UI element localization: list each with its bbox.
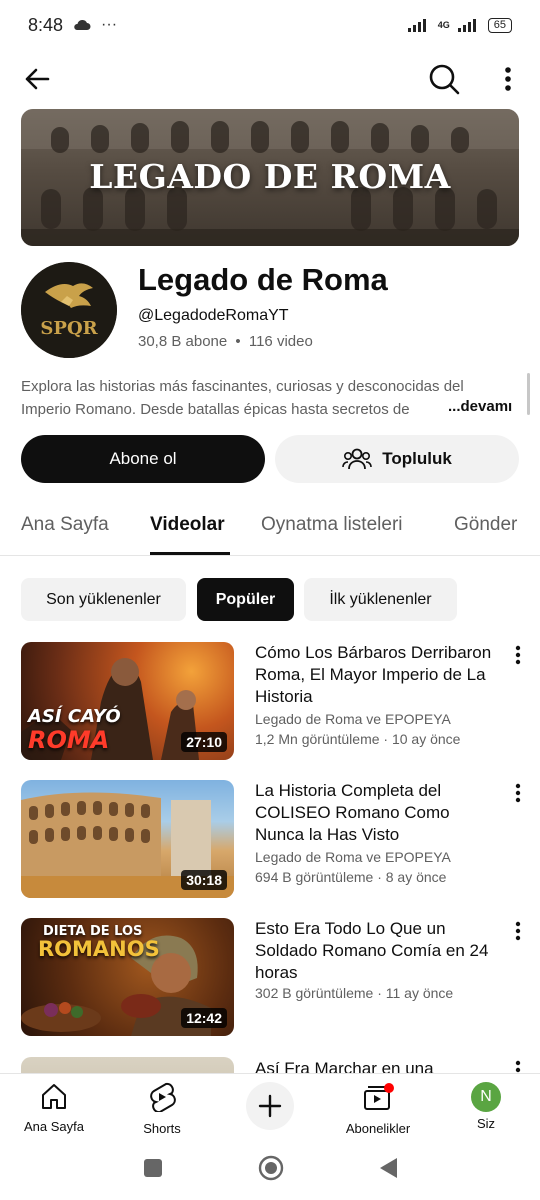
thumb-title-line2: ROMANOS [38, 937, 160, 961]
video-meta: 1,2 Mn görüntüleme · 10 ay önce [255, 731, 461, 747]
video-meta: 694 B görüntüleme · 8 ay önce [255, 869, 447, 885]
plus-icon [258, 1094, 282, 1118]
video-duration: 27:10 [181, 732, 227, 752]
system-navigation [0, 1143, 540, 1200]
video-item[interactable]: DIETA DE LOS ROMANOS 12:42 Esto Era Todo… [0, 918, 540, 1038]
video-title[interactable]: La Historia Completa del COLISEO Romano … [255, 780, 495, 846]
video-meta: 302 B görüntüleme · 11 ay önce [255, 985, 454, 1001]
nav-home-label: Ana Sayfa [24, 1119, 84, 1134]
community-icon [342, 448, 373, 470]
video-channel[interactable]: Legado de Roma ve EPOPEYA [255, 711, 451, 727]
video-item[interactable]: Así Fra Marchar en una [0, 1057, 540, 1073]
nav-subscriptions[interactable]: Abonelikler [328, 1082, 428, 1136]
channel-avatar[interactable]: SPQR [21, 262, 117, 358]
avatar-spqr-text: SPQR [40, 318, 98, 339]
thumb-title-line1: ASÍ CAYÓ [28, 706, 121, 727]
video-thumbnail[interactable]: DIETA DE LOS ROMANOS 12:42 [21, 918, 234, 1036]
tab-playlists[interactable]: Oynatma listeleri [261, 514, 403, 536]
subscribe-button[interactable]: Abone ol [21, 435, 265, 483]
tab-underline [150, 552, 230, 555]
home-icon [42, 1084, 66, 1109]
shorts-icon [150, 1082, 176, 1114]
video-channel[interactable]: Legado de Roma ve EPOPEYA [255, 849, 451, 865]
nav-shorts[interactable]: Shorts [112, 1082, 212, 1136]
video-title[interactable]: Así Fra Marchar en una [255, 1058, 495, 1073]
tab-posts[interactable]: Gönder [454, 514, 517, 536]
top-app-bar [0, 50, 540, 108]
channel-description[interactable]: Explora las historias más fascinantes, c… [21, 375, 506, 421]
create-button[interactable] [246, 1082, 294, 1130]
channel-name: Legado de Roma [138, 262, 388, 297]
status-time: 8:48 [28, 14, 64, 35]
user-avatar: N [471, 1082, 501, 1112]
stats-separator: • [235, 333, 241, 350]
video-title[interactable]: Esto Era Todo Lo Que un Soldado Romano C… [255, 918, 495, 984]
more-vert-icon[interactable] [510, 1059, 526, 1073]
subscriber-count: 30,8 B abone [138, 333, 228, 350]
more-vert-icon[interactable] [510, 782, 526, 804]
community-button[interactable]: Topluluk [275, 435, 519, 483]
video-count: 116 video [248, 333, 313, 350]
channel-tabs: Ana Sayfa Videolar Oynatma listeleri Gön… [0, 498, 540, 556]
chip-latest[interactable]: Son yüklenenler [21, 578, 186, 621]
thumb-title-line2: ROMA [28, 726, 110, 754]
recents-icon[interactable] [143, 1158, 163, 1178]
banner-title: LEGADO DE ROMA [89, 157, 451, 196]
video-title[interactable]: Cómo Los Bárbaros Derribaron Roma, El Ma… [255, 642, 495, 708]
more-vert-icon[interactable] [510, 920, 526, 942]
home-circle-icon[interactable] [257, 1154, 285, 1182]
chip-oldest[interactable]: İlk yüklenenler [304, 578, 457, 621]
back-arrow-icon[interactable] [20, 62, 54, 96]
nav-you-label: Siz [476, 1116, 496, 1131]
channel-banner: LEGADO DE ROMA [21, 109, 519, 246]
network-type: 4G [437, 20, 450, 30]
nav-subscriptions-label: Abonelikler [345, 1121, 411, 1136]
subscribe-label: Abone ol [109, 449, 177, 468]
battery-icon: 65 [487, 17, 512, 33]
subscriptions-icon [364, 1083, 394, 1110]
scrollbar[interactable] [527, 373, 530, 415]
signal-icon [407, 19, 426, 32]
signal-4g-icon [457, 19, 476, 32]
description-more-link[interactable]: ...devamı [438, 398, 513, 415]
tab-home[interactable]: Ana Sayfa [21, 514, 109, 536]
search-icon[interactable] [425, 60, 463, 98]
channel-handle: @LegadodeRomaYT [138, 307, 289, 324]
bottom-navigation: Ana Sayfa Shorts Abonelikler N Siz [0, 1073, 540, 1143]
tab-videos[interactable]: Videolar [150, 514, 225, 536]
status-dots: ··· [101, 16, 118, 33]
nav-shorts-label: Shorts [143, 1121, 181, 1136]
video-thumbnail[interactable]: ASÍ CAYÓ ROMA 27:10 [21, 642, 234, 760]
nav-you[interactable]: N Siz [436, 1082, 536, 1131]
video-item[interactable]: ASÍ CAYÓ ROMA 27:10 Cómo Los Bárbaros De… [0, 642, 540, 762]
back-triangle-icon[interactable] [377, 1156, 399, 1180]
community-label: Topluluk [382, 449, 452, 468]
eagle-logo-icon: SPQR [21, 262, 117, 358]
chip-popular[interactable]: Popüler [197, 578, 294, 621]
video-duration: 12:42 [181, 1008, 227, 1028]
more-vert-icon[interactable] [510, 644, 526, 666]
video-item[interactable]: 30:18 La Historia Completa del COLISEO R… [0, 780, 540, 900]
video-thumbnail[interactable]: 30:18 [21, 780, 234, 898]
cloud-icon [74, 19, 91, 30]
video-thumbnail[interactable] [21, 1057, 234, 1073]
status-bar: 8:48 ··· 4G 65 [0, 0, 540, 50]
channel-stats: 30,8 B abone • 116 video [138, 333, 313, 350]
video-duration: 30:18 [181, 870, 227, 890]
more-vert-icon[interactable] [494, 62, 522, 96]
nav-home[interactable]: Ana Sayfa [4, 1082, 104, 1134]
